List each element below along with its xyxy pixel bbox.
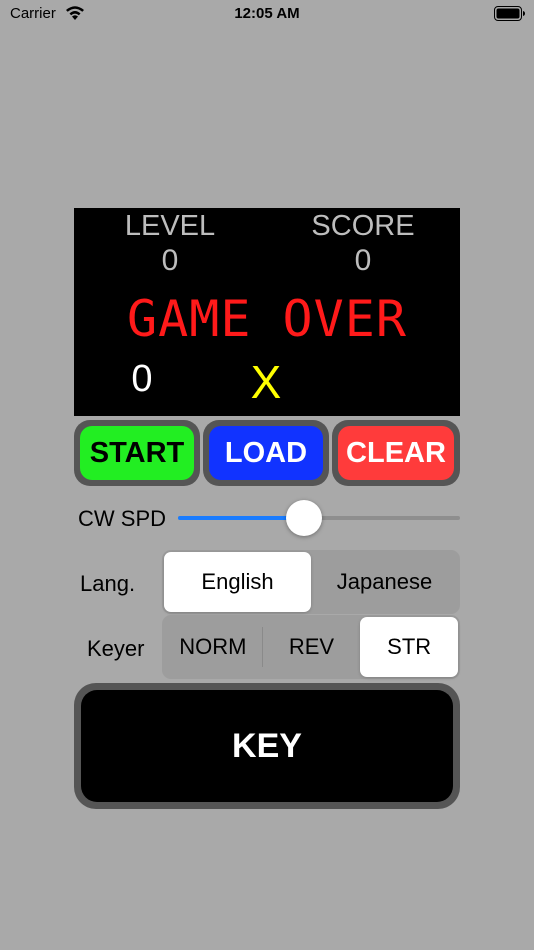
- clear-button[interactable]: CLEAR: [338, 426, 454, 480]
- language-option-japanese[interactable]: Japanese: [311, 552, 458, 612]
- score-value: 0: [354, 244, 372, 277]
- start-button[interactable]: START: [80, 426, 194, 480]
- score-label: SCORE: [311, 210, 415, 242]
- level-label: LEVEL: [124, 210, 216, 242]
- key-button[interactable]: KEY: [81, 690, 453, 802]
- keyer-option-str[interactable]: STR: [360, 617, 459, 677]
- level-value: 0: [161, 244, 179, 277]
- cw-speed-label: CW SPD: [78, 506, 166, 531]
- character-count: 0: [131, 358, 153, 400]
- start-button-frame: START: [74, 420, 200, 486]
- keyer-option-label: STR: [387, 634, 432, 659]
- keyer-option-label: REV: [288, 634, 335, 659]
- battery-icon: [494, 6, 525, 21]
- current-character: X: [250, 356, 282, 408]
- key-button-frame: KEY: [74, 683, 460, 809]
- language-option-label: Japanese: [336, 569, 433, 594]
- load-button[interactable]: LOAD: [209, 426, 323, 480]
- language-label: Lang.: [80, 571, 136, 596]
- language-segmented-control: English Japanese: [162, 550, 460, 614]
- keyer-option-label: NORM: [179, 634, 247, 659]
- load-button-frame: LOAD: [203, 420, 329, 486]
- keyer-option-norm[interactable]: NORM: [164, 617, 262, 677]
- keyer-option-rev[interactable]: REV: [263, 617, 361, 677]
- clear-button-frame: CLEAR: [332, 420, 460, 486]
- status-bar: Carrier 12:05 AM: [0, 0, 534, 28]
- game-display: LEVEL 0 SCORE 0 GAME OVER 0 X: [74, 208, 460, 416]
- language-option-english[interactable]: English: [164, 552, 311, 612]
- keyer-label: Keyer: [87, 636, 145, 661]
- language-option-label: English: [201, 569, 274, 594]
- status-time: 12:05 AM: [234, 5, 300, 22]
- keyer-segmented-control: NORM REV STR: [162, 615, 460, 679]
- game-over-message: GAME OVER: [127, 290, 407, 348]
- cw-speed-slider-thumb[interactable]: [286, 500, 323, 536]
